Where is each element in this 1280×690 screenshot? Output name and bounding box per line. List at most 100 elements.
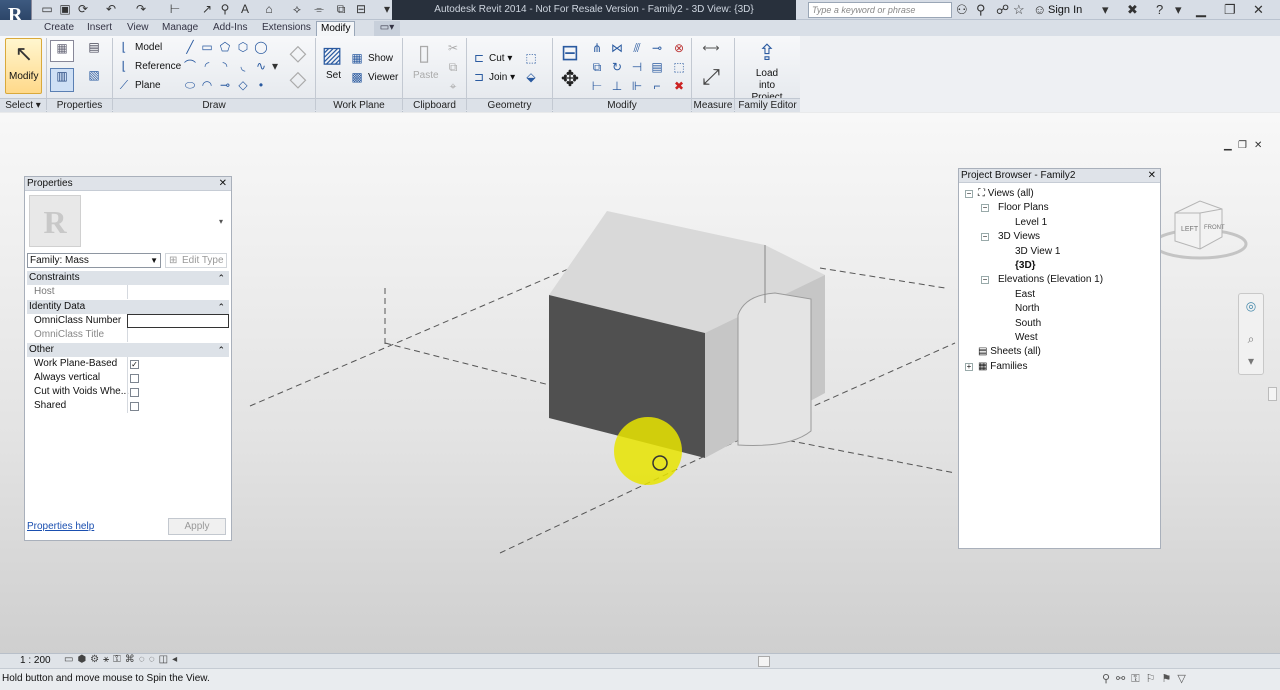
measure-icon[interactable]: ⊢ [168, 2, 182, 16]
line-icon[interactable]: ╱ [183, 40, 197, 54]
cut-button[interactable]: Cut ▾ [489, 53, 512, 65]
tab-view[interactable]: View [123, 21, 153, 36]
subscription-icon[interactable]: ☍ [996, 2, 1009, 18]
tree-sheets[interactable]: ▤ Sheets (all) [978, 345, 1041, 358]
point-element-icon[interactable]: • [254, 78, 268, 92]
aligned-dimension-icon[interactable]: ⟷ [698, 41, 724, 55]
set-work-plane-icon[interactable]: ▨ [320, 42, 344, 68]
edit-type-button[interactable]: ⊞ Edit Type [165, 253, 227, 268]
plane-icon[interactable]: ⟋ [117, 78, 131, 92]
move-icon[interactable]: ✥ [558, 66, 582, 92]
view-control-icons[interactable]: ▭⬢⚙⚹⚿⌘◌◌◫◂ [64, 654, 181, 665]
rotate-icon[interactable]: ↻ [610, 60, 624, 74]
pick-lines-icon[interactable]: ⊸ [218, 78, 232, 92]
exchange-apps-icon[interactable]: ✖ [1127, 2, 1138, 18]
vertical-scrollbar-thumb[interactable] [1268, 387, 1277, 401]
tab-insert[interactable]: Insert [83, 21, 116, 36]
view-scale[interactable]: 1 : 200 [20, 655, 51, 666]
dimension-icon[interactable]: ↗ [200, 2, 214, 16]
binoculars-icon[interactable]: ⚇ [956, 2, 968, 18]
show-work-plane-icon[interactable]: ▦ [350, 51, 364, 65]
sign-in-button[interactable]: Sign In [1048, 2, 1082, 18]
tree-3d-views[interactable]: 3D Views [998, 230, 1040, 243]
favorites-icon[interactable]: ☆ [1013, 2, 1025, 18]
delete-icon[interactable]: ✖ [672, 79, 686, 93]
maximize-icon[interactable]: ❐ [1224, 2, 1236, 18]
mirror-axis-icon[interactable]: ⋈ [610, 41, 624, 55]
rectangle-icon[interactable]: ▭ [200, 40, 214, 54]
model-button[interactable]: Model [135, 42, 162, 54]
tab-extensions[interactable]: Extensions [258, 21, 315, 36]
type-properties-icon[interactable]: ▧ [82, 68, 106, 92]
horizontal-scrollbar-thumb[interactable] [758, 656, 770, 667]
show-button[interactable]: Show [368, 53, 393, 65]
tree-elevations[interactable]: Elevations (Elevation 1) [998, 273, 1103, 286]
tree-floor-plans[interactable]: Floor Plans [998, 201, 1049, 214]
copy-icon[interactable]: ⧉ [590, 60, 604, 74]
sync-icon[interactable]: ⟳ [76, 2, 90, 16]
tree-east[interactable]: East [1015, 288, 1035, 301]
draw-dropdown-icon[interactable]: ▾ [270, 59, 280, 73]
category-other[interactable]: Other ⌃ [27, 343, 229, 357]
arc-center-icon[interactable]: ◜ [200, 59, 214, 73]
viewer-button[interactable]: Viewer [368, 72, 398, 84]
close-hidden-icon[interactable]: ⧉ [334, 2, 348, 16]
model-line-icon[interactable]: ⌊ [117, 40, 131, 54]
nav-options-icon[interactable]: ▾ [1244, 354, 1258, 368]
fillet-arc-icon[interactable]: ◟ [236, 59, 250, 73]
category-identity-data[interactable]: Identity Data ⌃ [27, 300, 229, 314]
split-face-icon[interactable]: ⬚ [524, 51, 538, 65]
steering-wheel-icon[interactable]: ◎ [1244, 299, 1258, 313]
close-icon[interactable]: ✕ [1253, 2, 1264, 18]
type-selector[interactable]: Family: Mass ▼ [27, 253, 161, 268]
trim-multiple-icon[interactable]: ⊩ [630, 79, 644, 93]
ellipse-icon[interactable]: ⬭ [183, 78, 197, 92]
selection-filter-icons[interactable]: ⚲⚯⚿⚐⚑▽ [1102, 672, 1192, 686]
user-icon[interactable]: ☺ [1033, 2, 1046, 18]
tree-north[interactable]: North [1015, 302, 1039, 315]
array-icon[interactable]: ▤ [650, 60, 664, 74]
paint-icon[interactable]: ⬙ [524, 70, 538, 84]
apply-button[interactable]: Apply [168, 518, 226, 535]
collapse-floor-plans-icon[interactable]: − [981, 204, 989, 212]
shared-checkbox[interactable] [130, 402, 139, 411]
reference-line-icon[interactable]: ⌊ [117, 59, 131, 73]
tree-3d-view-1[interactable]: 3D View 1 [1015, 245, 1060, 258]
collapse-elevations-icon[interactable]: − [981, 276, 989, 284]
trim-extend-icon[interactable]: ⊢ [590, 79, 604, 93]
offset-icon[interactable]: ⋔ [590, 41, 604, 55]
minimize-icon[interactable]: ▁ [1196, 2, 1206, 18]
always-vertical-checkbox[interactable] [130, 374, 139, 383]
redo-icon[interactable]: ↷ [134, 2, 148, 16]
save-icon[interactable]: ▣ [58, 2, 72, 16]
pin-icon[interactable]: ⊥ [610, 79, 624, 93]
view-restore-icon[interactable]: ❐ [1238, 138, 1247, 154]
zoom-region-icon[interactable]: ⌕ [1244, 332, 1258, 346]
family-category-icon[interactable]: ▦ [50, 40, 74, 62]
tree-3d-default[interactable]: {3D} [1015, 259, 1036, 272]
browser-close-icon[interactable]: ✕ [1148, 169, 1156, 183]
communication-center-icon[interactable]: ⚲ [976, 2, 986, 18]
view-minimize-icon[interactable]: ▁ [1224, 138, 1232, 154]
section-icon[interactable]: ⟡ [290, 2, 304, 16]
expand-families-icon[interactable]: + [965, 363, 973, 371]
view-close-icon[interactable]: ✕ [1254, 138, 1262, 154]
cut-with-voids-checkbox[interactable] [130, 388, 139, 397]
tree-families[interactable]: ▦ Families [978, 360, 1027, 373]
text-icon[interactable]: A [238, 2, 252, 16]
load-into-project-icon[interactable]: ⇪ [754, 40, 780, 66]
tree-level-1[interactable]: Level 1 [1015, 216, 1047, 229]
select-panel-title[interactable]: Select ▾ [0, 98, 46, 112]
type-dropdown-icon[interactable]: ▾ [219, 217, 223, 226]
family-types-icon[interactable]: ▤ [82, 40, 106, 62]
arc-start-end-icon[interactable]: ⌒ [183, 59, 197, 73]
tab-create[interactable]: Create [40, 21, 78, 36]
thin-lines-icon[interactable]: ⌯ [312, 2, 326, 16]
scale-icon[interactable]: ⬚ [672, 60, 686, 74]
measure-between-icon[interactable]: ⤢ [698, 64, 724, 90]
tab-manage[interactable]: Manage [158, 21, 202, 36]
pick-faces-icon[interactable]: ◇ [236, 78, 250, 92]
sign-in-dropdown-icon[interactable]: ▾ [1102, 2, 1109, 18]
collapse-3d-views-icon[interactable]: − [981, 233, 989, 241]
cut-geometry-icon[interactable]: ⊏ [472, 51, 486, 65]
